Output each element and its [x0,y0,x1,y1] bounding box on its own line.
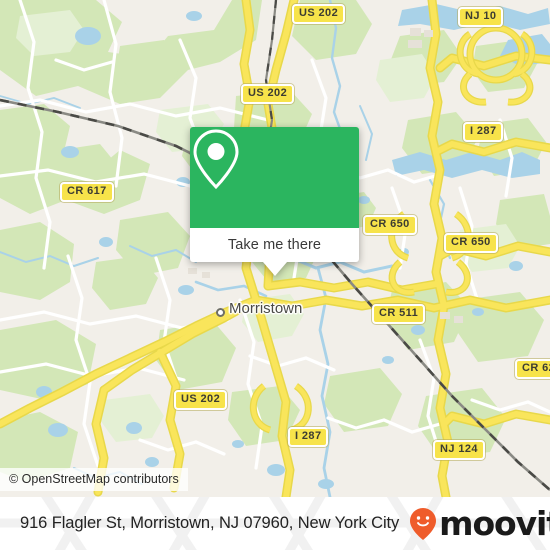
popup-header [190,127,359,228]
place-marker-dot [216,308,225,317]
road-shield: US 202 [174,390,228,410]
moovit-brand[interactable]: moovit [408,507,550,541]
road-shield: NJ 124 [433,440,485,460]
moovit-smiley-pin-icon [410,507,437,540]
take-me-there-label: Take me there [227,237,322,253]
bottom-bar: 916 Flagler St, Morristown, NJ 07960, Ne… [0,497,550,550]
bottom-bar-content: 916 Flagler St, Morristown, NJ 07960, Ne… [0,507,550,541]
road-shield: CR 650 [363,215,417,235]
road-shield: CR 62 [515,359,550,379]
map-screenshot: Morristown US 202 NJ 10 US 202 I 287 CR 617 C… [0,0,550,550]
moovit-wordmark: moovit [439,504,550,543]
road-shield: I 287 [288,427,329,447]
map-pin-icon [193,129,239,190]
road-shield: CR 511 [372,304,426,324]
osm-attribution[interactable]: © OpenStreetMap contributors [0,468,188,491]
address-text: 916 Flagler St, Morristown, NJ 07960, Ne… [20,514,400,532]
location-popup[interactable]: Take me there [190,127,359,276]
road-shield: US 202 [292,4,346,24]
road-shield: US 202 [241,84,295,104]
road-shield: CR 650 [444,233,498,253]
place-label-morristown: Morristown [229,300,303,317]
take-me-there-button[interactable]: Take me there [190,228,359,262]
road-shield: I 287 [463,122,504,142]
popup-tail [262,262,287,276]
map-canvas[interactable]: Morristown US 202 NJ 10 US 202 I 287 CR 617 C… [0,0,550,497]
road-shield: NJ 10 [458,7,504,27]
road-shield: CR 617 [60,182,114,202]
